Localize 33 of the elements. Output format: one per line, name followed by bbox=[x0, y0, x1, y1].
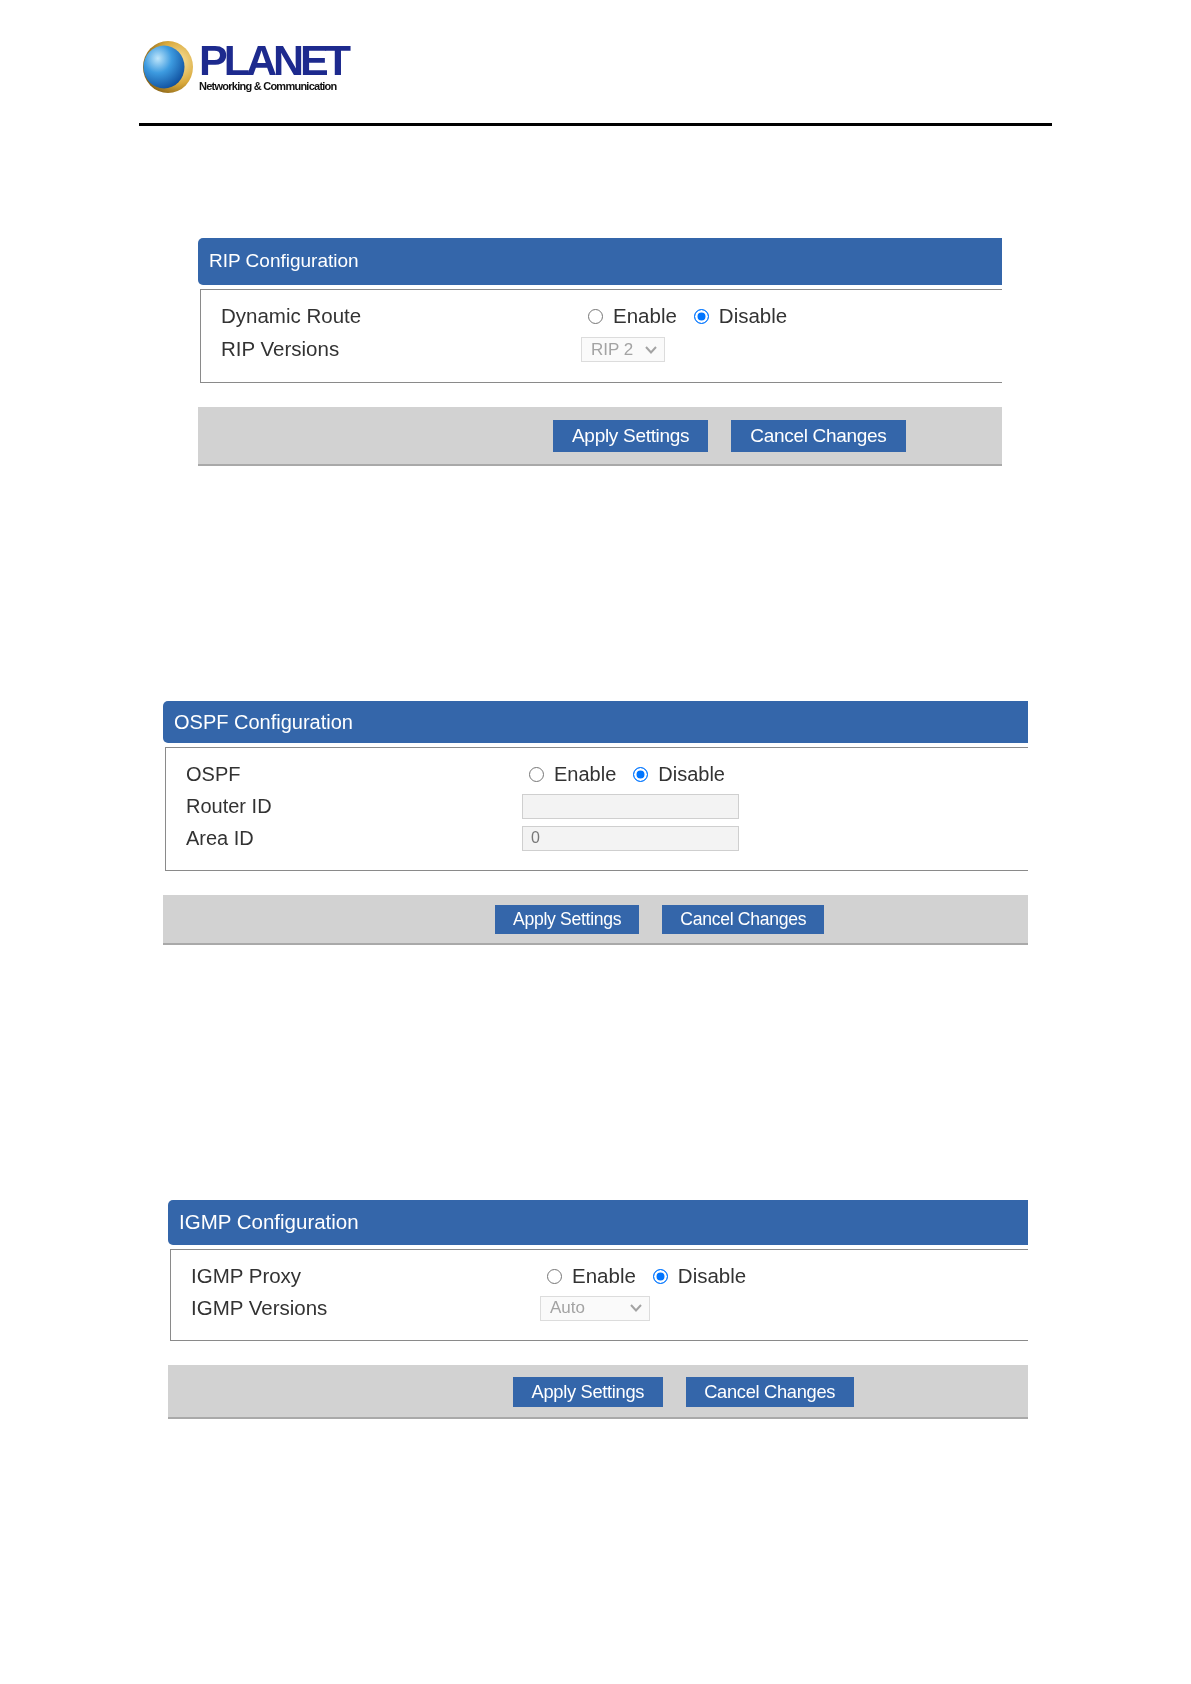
radio-button[interactable] bbox=[633, 766, 649, 782]
radio-button[interactable] bbox=[529, 766, 544, 782]
radio-label: Disable bbox=[718, 303, 788, 330]
apply-button[interactable]: Apply Settings bbox=[513, 1377, 663, 1407]
field-label: Area ID bbox=[186, 826, 255, 851]
radio-button[interactable] bbox=[547, 1268, 562, 1284]
field-label: Router ID bbox=[186, 794, 273, 819]
apply-button[interactable]: Apply Settings bbox=[553, 420, 709, 452]
radio-button[interactable] bbox=[588, 309, 603, 324]
radio-label: Disable bbox=[658, 762, 725, 787]
field-label: OSPF bbox=[186, 762, 242, 787]
cancel-button[interactable]: Cancel Changes bbox=[662, 905, 825, 934]
panel-header: RIP Configuration bbox=[198, 238, 1002, 285]
cancel-button[interactable]: Cancel Changes bbox=[731, 420, 906, 452]
brand-tagline: Networking & Communication bbox=[199, 80, 338, 93]
field-label: IGMP Proxy bbox=[191, 1262, 303, 1289]
radio-label: Enable bbox=[613, 303, 677, 330]
radio-label: Enable bbox=[572, 1262, 636, 1289]
apply-button[interactable]: Apply Settings bbox=[495, 905, 640, 934]
panel-header: OSPF Configuration bbox=[163, 701, 1028, 743]
panel-header: IGMP Configuration bbox=[168, 1200, 1028, 1245]
chevron-down-icon bbox=[645, 345, 657, 354]
radio-button[interactable] bbox=[652, 1268, 668, 1284]
radio-button[interactable] bbox=[693, 309, 709, 324]
radio-label: Disable bbox=[677, 1262, 747, 1289]
chevron-down-icon bbox=[630, 1304, 642, 1312]
brand-name: PLANET bbox=[199, 41, 349, 79]
field-label: Dynamic Route bbox=[221, 303, 363, 330]
radio-label: Enable bbox=[554, 762, 617, 787]
globe-logo-icon bbox=[143, 41, 193, 93]
field-label: IGMP Versions bbox=[191, 1294, 329, 1321]
field-label: RIP Versions bbox=[221, 336, 341, 363]
cancel-button[interactable]: Cancel Changes bbox=[685, 1377, 854, 1407]
